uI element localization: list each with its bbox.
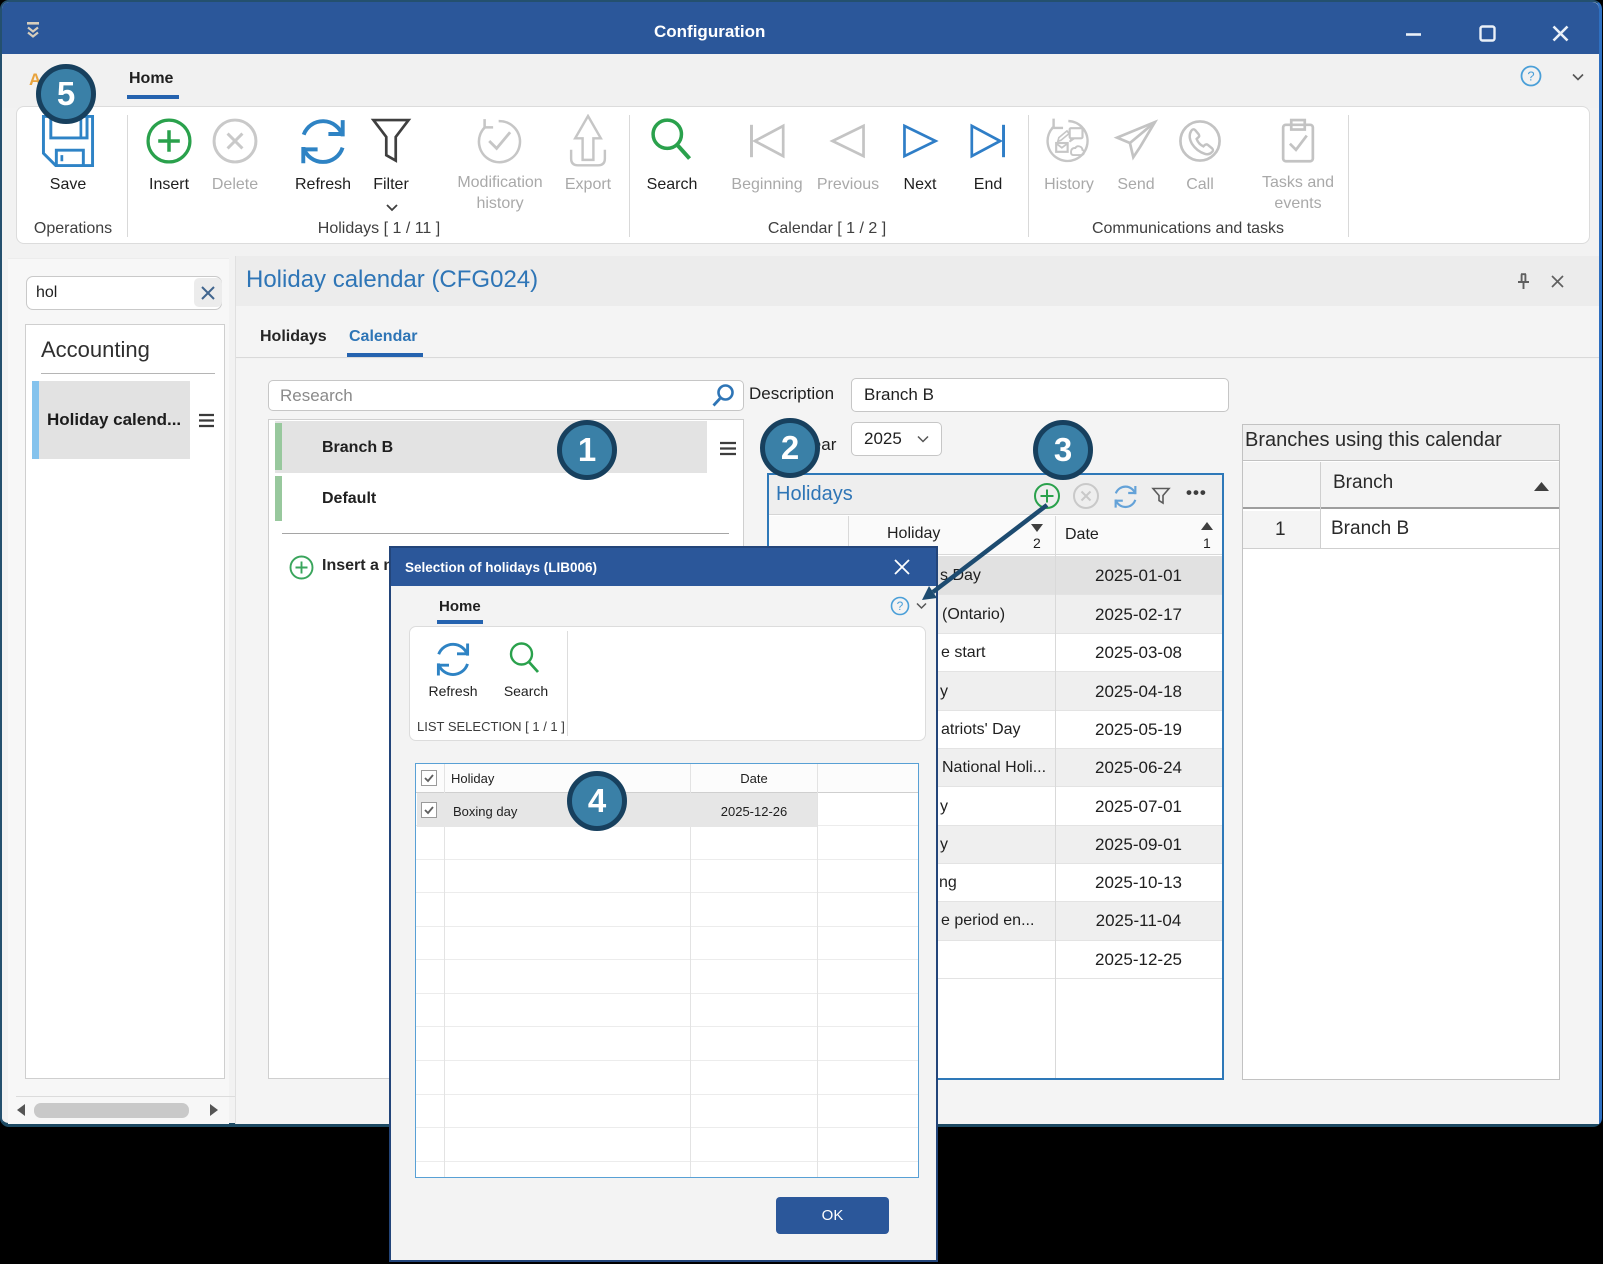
- svg-text:?: ?: [1527, 69, 1534, 84]
- svg-text:?: ?: [897, 599, 904, 613]
